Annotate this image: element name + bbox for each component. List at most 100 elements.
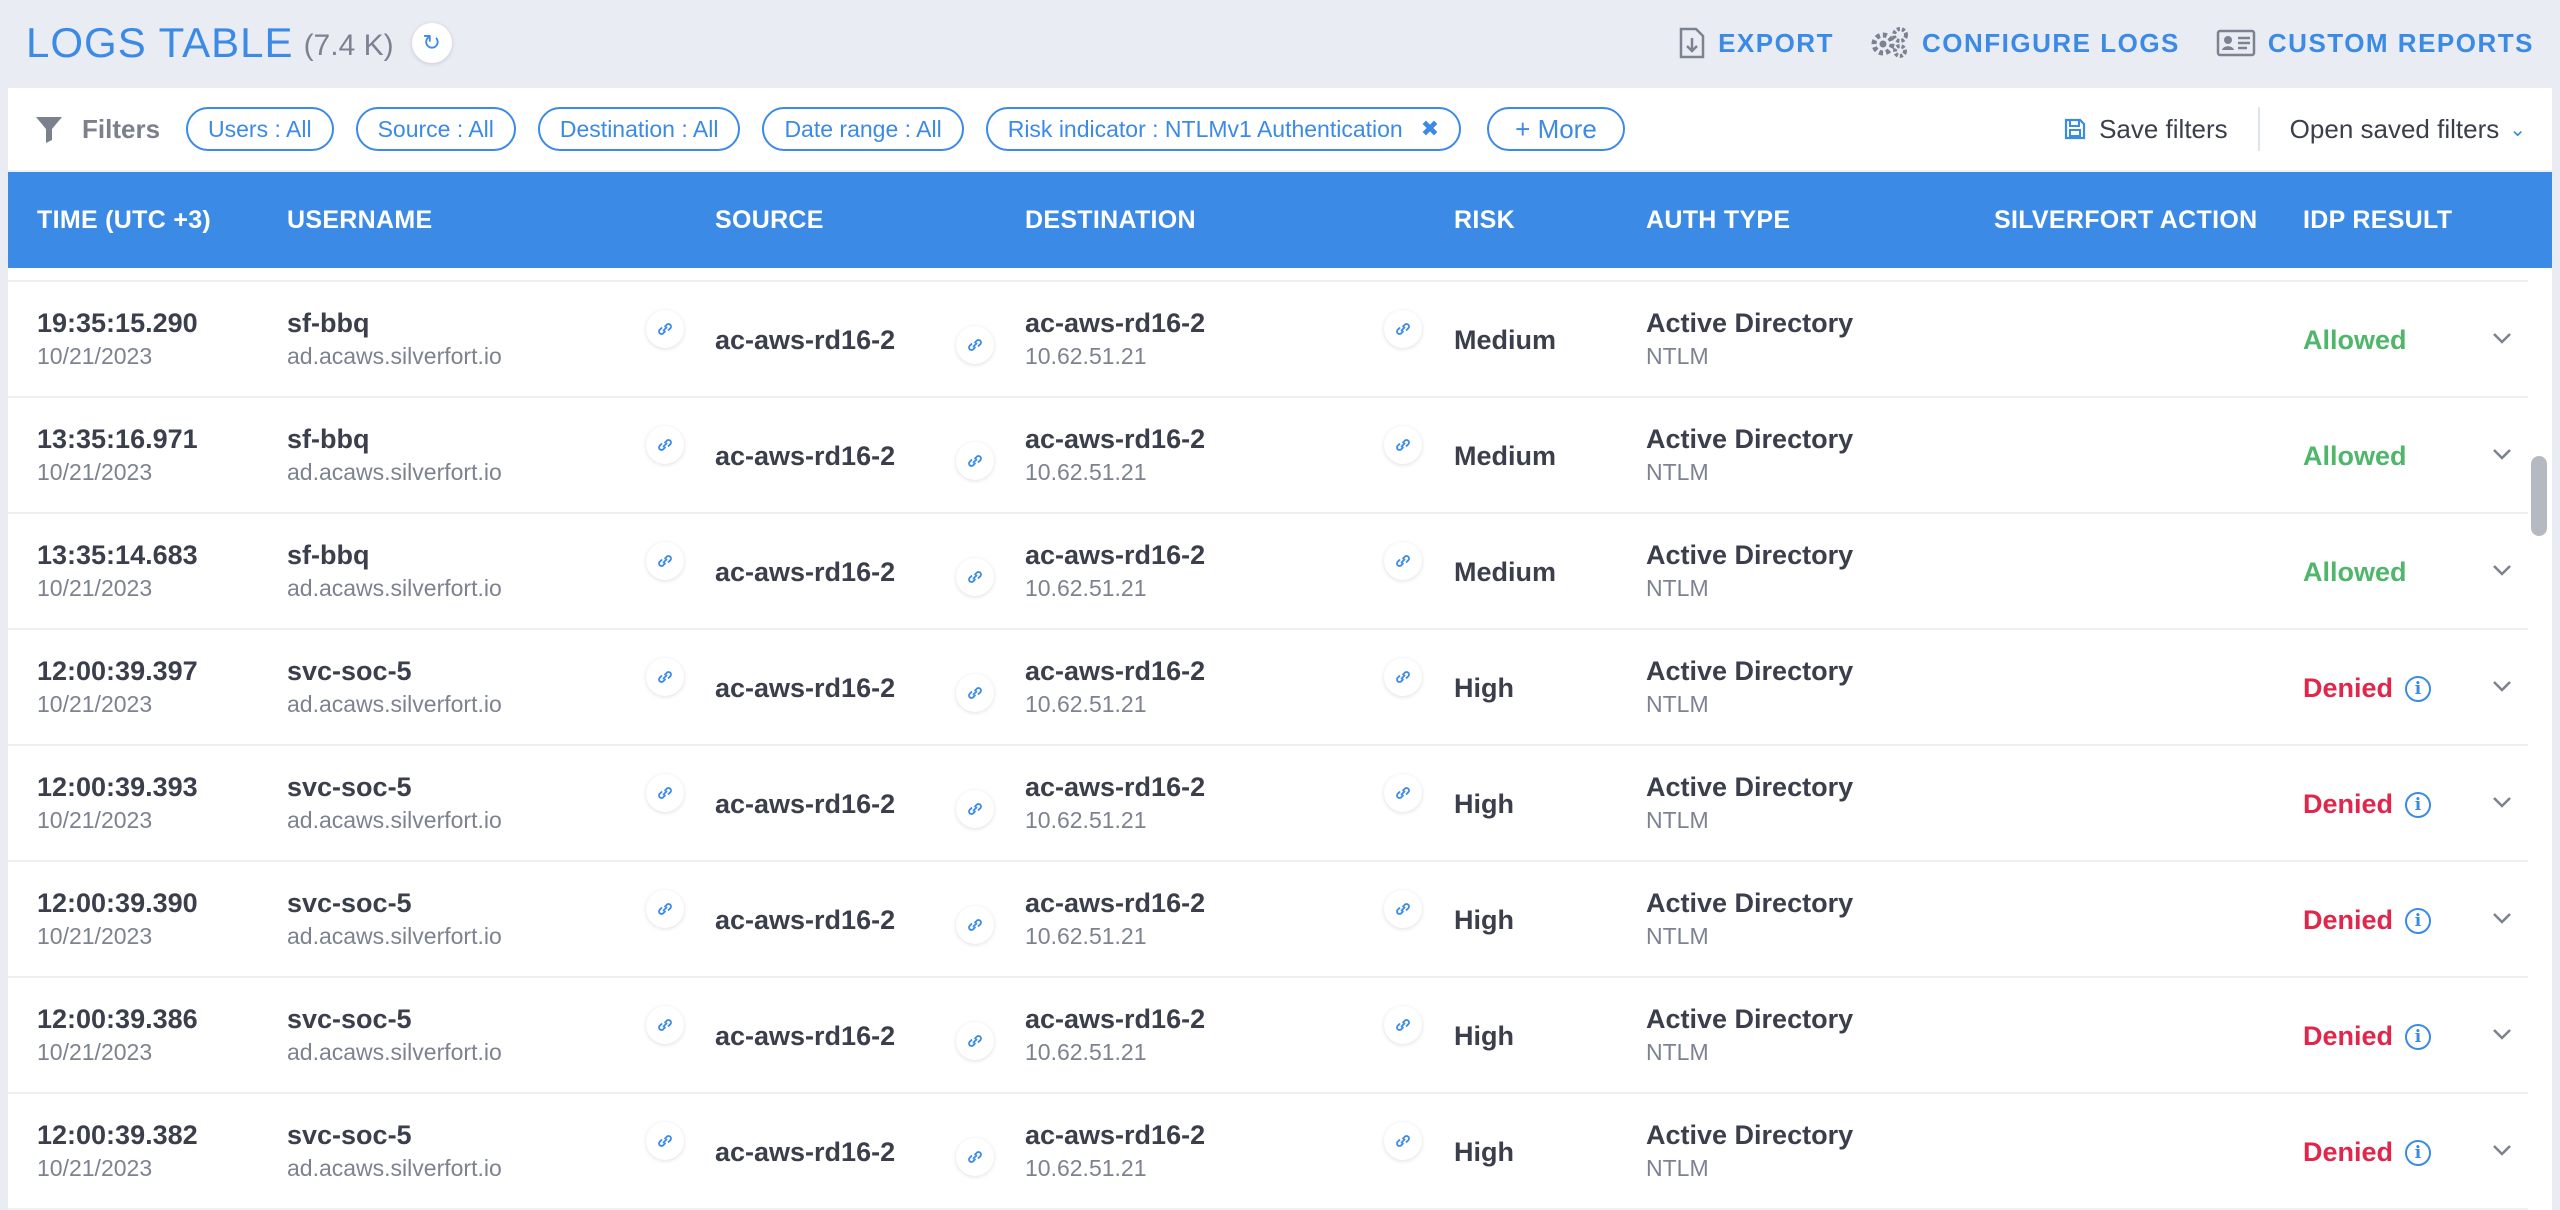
username-value[interactable]: svc-soc-5	[287, 1004, 502, 1035]
save-filters-button[interactable]: Save filters	[2063, 107, 2260, 151]
destination-link-icon[interactable]	[1384, 890, 1422, 928]
username-value[interactable]: svc-soc-5	[287, 888, 502, 919]
source-value[interactable]: ac-aws-rd16-2	[715, 1021, 895, 1052]
source-value[interactable]: ac-aws-rd16-2	[715, 1137, 895, 1168]
column-header-idp-result[interactable]: IDP RESULT	[2303, 172, 2452, 268]
user-link-icon[interactable]	[646, 1006, 684, 1044]
info-icon[interactable]: i	[2405, 791, 2432, 818]
column-header-source[interactable]: SOURCE	[715, 172, 824, 268]
export-button[interactable]: EXPORT	[1678, 26, 1834, 60]
destination-cell: ac-aws-rd16-2 10.62.51.21	[1025, 888, 1205, 950]
table-row-4[interactable]: 12:00:39.393 10/21/2023 svc-soc-5 ad.aca…	[8, 746, 2528, 862]
save-icon	[2064, 118, 2086, 140]
filter-chip-risk-indicator[interactable]: Risk indicator : NTLMv1 Authentication ✖	[985, 107, 1462, 151]
table-row-3[interactable]: 12:00:39.397 10/21/2023 svc-soc-5 ad.aca…	[8, 630, 2528, 746]
more-filters-button[interactable]: + More	[1487, 107, 1625, 151]
user-link-icon[interactable]	[646, 310, 684, 348]
source-link-icon[interactable]	[956, 1138, 994, 1176]
filter-chip-destination[interactable]: Destination : All	[537, 107, 741, 151]
table-row-6[interactable]: 12:00:39.386 10/21/2023 svc-soc-5 ad.aca…	[8, 978, 2528, 1094]
table-row-0[interactable]: 19:35:15.290 10/21/2023 sf-bbq ad.acaws.…	[8, 282, 2528, 398]
table-row-7[interactable]: 12:00:39.382 10/21/2023 svc-soc-5 ad.aca…	[8, 1094, 2528, 1210]
source-value[interactable]: ac-aws-rd16-2	[715, 325, 895, 356]
remove-filter-icon[interactable]: ✖	[1421, 116, 1439, 142]
refresh-icon[interactable]: ↻	[411, 23, 452, 63]
auth-protocol-value: NTLM	[1646, 923, 1709, 949]
source-link-icon[interactable]	[956, 906, 994, 944]
chevron-down-icon[interactable]	[2490, 558, 2514, 582]
source-link-icon[interactable]	[956, 442, 994, 480]
destination-value[interactable]: ac-aws-rd16-2	[1025, 308, 1205, 339]
destination-value[interactable]: ac-aws-rd16-2	[1025, 772, 1205, 803]
chevron-down-icon[interactable]	[2490, 442, 2514, 466]
auth-type-cell: Active Directory NTLM	[1646, 1004, 1853, 1066]
destination-value[interactable]: ac-aws-rd16-2	[1025, 1004, 1205, 1035]
destination-link-icon[interactable]	[1384, 658, 1422, 696]
username-value[interactable]: sf-bbq	[287, 540, 502, 571]
column-header-username[interactable]: USERNAME	[287, 172, 432, 268]
column-header-auth-type[interactable]: AUTH TYPE	[1646, 172, 1790, 268]
time-value: 19:35:15.290	[37, 308, 198, 338]
table-row-1[interactable]: 13:35:16.971 10/21/2023 sf-bbq ad.acaws.…	[8, 398, 2528, 514]
destination-value[interactable]: ac-aws-rd16-2	[1025, 424, 1205, 455]
column-header-time[interactable]: TIME (UTC +3)	[37, 172, 211, 268]
chevron-down-icon[interactable]	[2490, 674, 2514, 698]
source-link-icon[interactable]	[956, 790, 994, 828]
user-link-icon[interactable]	[646, 774, 684, 812]
destination-link-icon[interactable]	[1384, 542, 1422, 580]
chevron-down-icon[interactable]	[2490, 326, 2514, 350]
source-value[interactable]: ac-aws-rd16-2	[715, 905, 895, 936]
destination-value[interactable]: ac-aws-rd16-2	[1025, 540, 1205, 571]
user-link-icon[interactable]	[646, 1122, 684, 1160]
scrollbar-thumb[interactable]	[2531, 456, 2547, 536]
destination-link-icon[interactable]	[1384, 310, 1422, 348]
configure-logs-button[interactable]: CONFIGURE LOGS	[1870, 26, 2180, 60]
destination-value[interactable]: ac-aws-rd16-2	[1025, 1120, 1205, 1151]
column-header-destination[interactable]: DESTINATION	[1025, 172, 1196, 268]
filter-chip-source[interactable]: Source : All	[355, 107, 516, 151]
chevron-down-icon[interactable]	[2490, 790, 2514, 814]
destination-link-icon[interactable]	[1384, 426, 1422, 464]
user-link-icon[interactable]	[646, 890, 684, 928]
username-value[interactable]: svc-soc-5	[287, 772, 502, 803]
source-value[interactable]: ac-aws-rd16-2	[715, 557, 895, 588]
user-link-icon[interactable]	[646, 426, 684, 464]
source-link-icon[interactable]	[956, 674, 994, 712]
table-row-2[interactable]: 13:35:14.683 10/21/2023 sf-bbq ad.acaws.…	[8, 514, 2528, 630]
destination-link-icon[interactable]	[1384, 1122, 1422, 1160]
column-header-silverfort-action[interactable]: SILVERFORT ACTION	[1994, 172, 2257, 268]
chevron-down-icon[interactable]	[2490, 1138, 2514, 1162]
username-value[interactable]: svc-soc-5	[287, 656, 502, 687]
auth-type-cell: Active Directory NTLM	[1646, 888, 1853, 950]
destination-cell: ac-aws-rd16-2 10.62.51.21	[1025, 656, 1205, 718]
source-link-icon[interactable]	[956, 326, 994, 364]
user-link-icon[interactable]	[646, 542, 684, 580]
user-link-icon[interactable]	[646, 658, 684, 696]
column-header-risk[interactable]: RISK	[1454, 172, 1515, 268]
username-value[interactable]: svc-soc-5	[287, 1120, 502, 1151]
info-icon[interactable]: i	[2405, 675, 2432, 702]
chevron-down-icon[interactable]	[2490, 1022, 2514, 1046]
destination-value[interactable]: ac-aws-rd16-2	[1025, 888, 1205, 919]
info-icon[interactable]: i	[2405, 1139, 2432, 1166]
custom-reports-button[interactable]: CUSTOM REPORTS	[2216, 28, 2534, 59]
table-row-5[interactable]: 12:00:39.390 10/21/2023 svc-soc-5 ad.aca…	[8, 862, 2528, 978]
destination-value[interactable]: ac-aws-rd16-2	[1025, 656, 1205, 687]
source-value[interactable]: ac-aws-rd16-2	[715, 673, 895, 704]
username-value[interactable]: sf-bbq	[287, 424, 502, 455]
scrollbar-track[interactable]	[2528, 268, 2552, 1210]
source-value[interactable]: ac-aws-rd16-2	[715, 441, 895, 472]
source-value[interactable]: ac-aws-rd16-2	[715, 789, 895, 820]
filter-chip-date-range[interactable]: Date range : All	[762, 107, 964, 151]
info-icon[interactable]: i	[2405, 1023, 2432, 1050]
source-link-icon[interactable]	[956, 1022, 994, 1060]
source-link-icon[interactable]	[956, 558, 994, 596]
idp-result-cell: Allowed	[2303, 557, 2407, 588]
open-saved-filters-dropdown[interactable]: Open saved filters ⌄	[2260, 114, 2526, 145]
chevron-down-icon[interactable]	[2490, 906, 2514, 930]
destination-link-icon[interactable]	[1384, 1006, 1422, 1044]
filter-chip-users[interactable]: Users : All	[186, 107, 334, 151]
username-value[interactable]: sf-bbq	[287, 308, 502, 339]
destination-link-icon[interactable]	[1384, 774, 1422, 812]
info-icon[interactable]: i	[2405, 907, 2432, 934]
